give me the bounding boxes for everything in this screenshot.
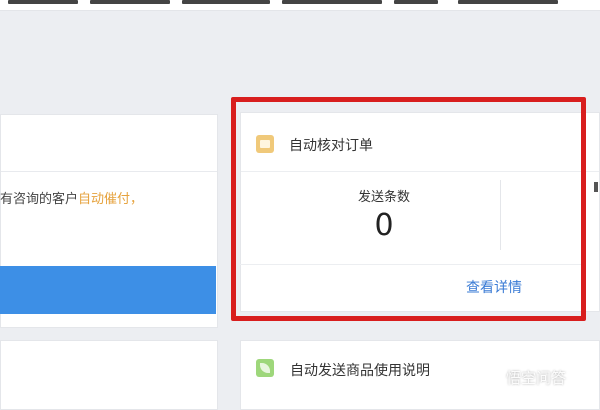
nav-item-stub[interactable]	[90, 0, 170, 4]
card-title: 自动发送商品使用说明	[290, 363, 430, 379]
highlight-annotation-box	[231, 97, 586, 321]
nav-item-stub[interactable]	[8, 0, 78, 4]
nav-item-stub[interactable]	[458, 0, 558, 4]
nav-item-stub[interactable]	[182, 0, 270, 4]
top-nav-bar	[0, 0, 600, 11]
watermark-text: 悟空问答	[506, 369, 567, 387]
auto-payment-reminder-text: 自动催付	[78, 192, 131, 207]
nav-item-stub[interactable]	[282, 0, 382, 4]
nav-item-stub[interactable]	[394, 0, 438, 4]
leaf-icon	[256, 359, 274, 377]
primary-action-button[interactable]	[0, 266, 216, 314]
card-divider	[1, 171, 217, 172]
description-text: 有咨询的客户	[0, 192, 79, 207]
description-punctuation: ，	[130, 192, 144, 207]
watermark-logo-icon	[482, 368, 500, 386]
left-card-description: 有咨询的客户自动催付，	[0, 188, 215, 207]
scroll-edge-indicator	[594, 182, 598, 192]
